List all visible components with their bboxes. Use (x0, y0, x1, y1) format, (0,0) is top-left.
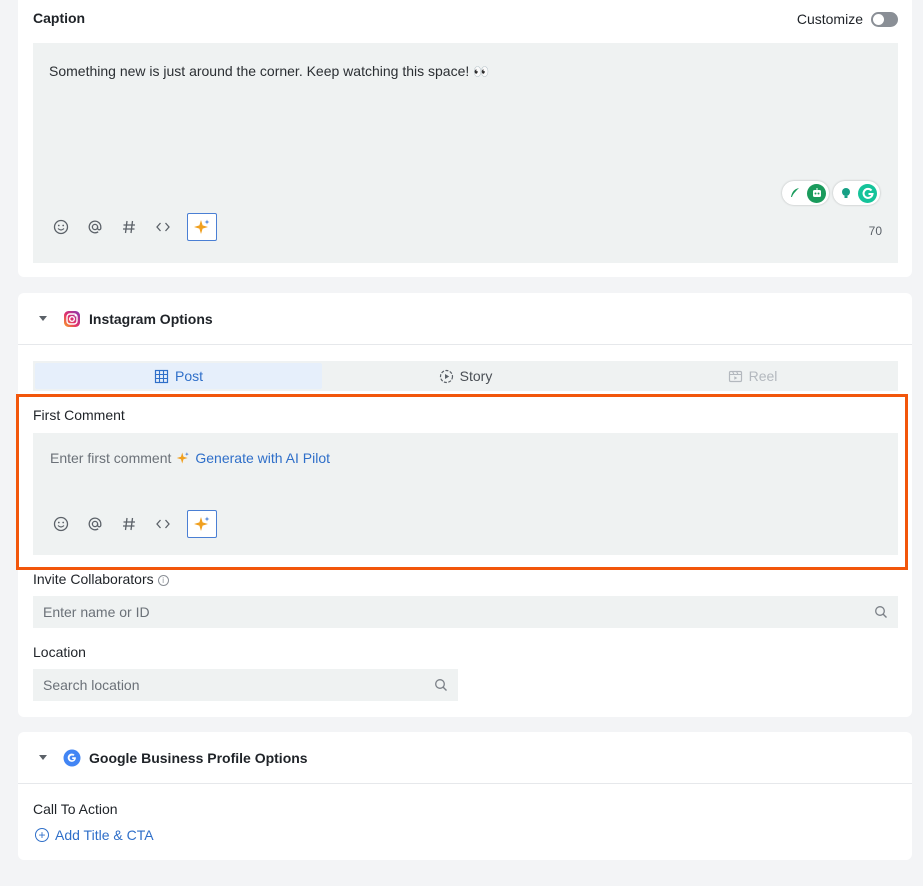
invite-collaborators-label: Invite Collaborators i (33, 571, 169, 587)
tab-post[interactable]: Post (35, 363, 322, 389)
info-icon[interactable]: i (157, 574, 169, 586)
ai-sparkle-button[interactable] (187, 510, 217, 538)
call-to-action-label: Call To Action (33, 801, 118, 817)
instagram-options-title: Instagram Options (89, 311, 213, 327)
ai-sparkle-icon (194, 219, 210, 234)
lightbulb-icon[interactable] (836, 183, 855, 203)
char-count: 70 (868, 224, 882, 238)
invite-collaborators-label-text: Invite Collaborators (33, 571, 154, 587)
grammarly-icon[interactable] (858, 183, 877, 203)
story-play-icon (439, 369, 453, 383)
instagram-options-card: Instagram Options Post Story Reel First … (18, 293, 912, 717)
writing-extension-pill[interactable] (782, 181, 829, 205)
collaborators-input[interactable] (43, 604, 874, 620)
caption-editor[interactable]: Something new is just around the corner.… (33, 43, 898, 263)
first-comment-toolbar (51, 510, 217, 538)
collapse-caret-icon[interactable] (39, 316, 47, 321)
eyes-emoji: 👀 (473, 64, 490, 79)
google-business-options-card: Google Business Profile Options Call To … (18, 732, 912, 860)
location-input[interactable] (43, 677, 434, 693)
google-icon (63, 749, 81, 767)
tab-reel: Reel (609, 363, 896, 389)
plus-circle-icon: + (35, 828, 49, 842)
search-icon[interactable] (874, 605, 888, 619)
first-comment-placeholder-text: Enter first comment (50, 450, 172, 466)
google-section-header[interactable]: Google Business Profile Options (18, 732, 912, 784)
generate-ai-pilot-link[interactable]: Generate with AI Pilot (195, 450, 330, 466)
code-icon[interactable] (153, 514, 173, 534)
feather-icon[interactable] (785, 183, 804, 203)
tab-story[interactable]: Story (322, 363, 609, 389)
mention-icon[interactable] (85, 514, 105, 534)
emoji-icon[interactable] (51, 217, 71, 237)
caption-text[interactable]: Something new is just around the corner.… (49, 63, 489, 80)
hashtag-icon[interactable] (119, 514, 139, 534)
ai-sparkle-icon (194, 516, 210, 531)
customize-toggle-row[interactable]: Customize (797, 11, 898, 27)
mention-icon[interactable] (85, 217, 105, 237)
first-comment-label: First Comment (33, 407, 125, 423)
post-type-tabs: Post Story Reel (33, 361, 898, 391)
instagram-icon (64, 311, 80, 327)
first-comment-placeholder[interactable]: Enter first comment Generate with AI Pil… (50, 450, 330, 466)
reel-icon (728, 370, 742, 382)
location-label: Location (33, 644, 86, 660)
grid-icon (154, 369, 169, 383)
tab-story-label: Story (459, 368, 493, 384)
customize-label: Customize (796, 11, 863, 27)
emoji-icon[interactable] (51, 514, 71, 534)
add-title-cta-link[interactable]: + Add Title & CTA (35, 827, 154, 843)
grammar-extension-pill[interactable] (833, 181, 880, 205)
hashtag-icon[interactable] (119, 217, 139, 237)
collapse-caret-icon[interactable] (39, 755, 47, 760)
caption-card: Caption Customize Something new is just … (18, 0, 912, 277)
ai-sparkle-button[interactable] (187, 213, 217, 241)
caption-text-content: Something new is just around the corner.… (49, 63, 470, 79)
collaborators-search-box[interactable] (33, 596, 898, 628)
extension-icons (782, 181, 880, 205)
search-icon[interactable] (434, 678, 448, 692)
google-options-title: Google Business Profile Options (89, 750, 308, 766)
robot-icon[interactable] (807, 183, 826, 203)
location-search-box[interactable] (33, 669, 458, 701)
first-comment-editor[interactable]: Enter first comment Generate with AI Pil… (33, 433, 898, 555)
caption-title: Caption (33, 10, 86, 26)
tab-post-label: Post (174, 368, 203, 384)
customize-toggle[interactable] (871, 11, 898, 27)
ai-sparkle-icon (177, 452, 190, 464)
tab-reel-label: Reel (748, 368, 778, 384)
add-title-cta-label: Add Title & CTA (55, 827, 154, 843)
code-icon[interactable] (153, 217, 173, 237)
instagram-section-header[interactable]: Instagram Options (18, 293, 912, 345)
caption-toolbar (51, 213, 217, 241)
